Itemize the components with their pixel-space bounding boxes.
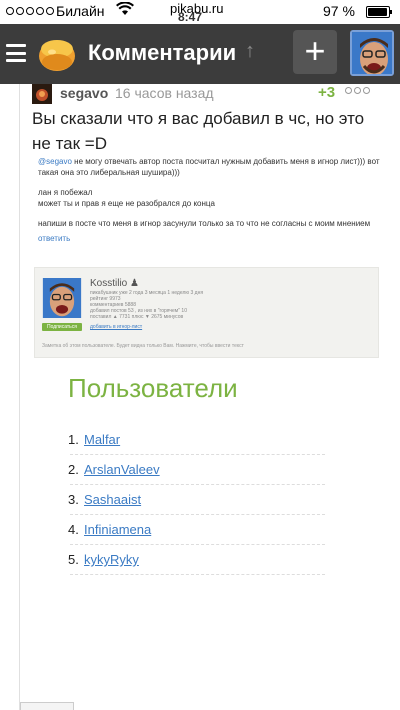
ignore-link[interactable]: добавить в игнор-лист: [90, 324, 142, 330]
user-link[interactable]: Infiniamena: [84, 522, 151, 537]
more-icon[interactable]: [345, 87, 370, 94]
bottom-tab: [20, 702, 74, 710]
signal-strength-icon: [6, 7, 54, 15]
divider: [70, 484, 325, 485]
user-link[interactable]: ArslanValeev: [84, 462, 160, 477]
battery-icon: [366, 6, 392, 18]
menu-icon[interactable]: [6, 44, 26, 62]
reply-link[interactable]: ответить: [38, 233, 386, 244]
pikabu-logo-icon[interactable]: [36, 32, 78, 74]
comment-author[interactable]: segavo: [60, 85, 108, 101]
user-link[interactable]: Sashaaist: [84, 492, 141, 507]
users-list: 1. Malfar 2. ArslanValeev 3. Sashaaist 4. In…: [68, 430, 160, 580]
avatar[interactable]: [350, 30, 394, 76]
profile-avatar[interactable]: [42, 278, 82, 318]
comment-text: Вы сказали что я вас добавил в чс, но эт…: [32, 109, 365, 153]
list-item: 4. Infiniamena: [68, 522, 152, 537]
embed-line-2: лан я побежал может ты и прав я еще не ра…: [38, 188, 215, 208]
profile-stat: поставил ▲ 7731 плюс ▼ 2675 минусов: [90, 314, 184, 320]
list-item: 5. kykyRyky: [68, 552, 139, 567]
embed-message: @segavo не могу отвечать автор поста пос…: [38, 156, 386, 178]
divider: [70, 574, 325, 575]
comment-rating: +3: [318, 84, 336, 101]
user-icon: ♟: [130, 278, 139, 289]
comment-time: 16 часов назад: [115, 85, 214, 101]
profile-name: Kosstilio ♟: [90, 278, 139, 289]
thread-line: [19, 84, 20, 710]
profile-stats: пикабушник уже 2 года 3 месяца 1 неделю …: [90, 290, 203, 320]
comment-avatar[interactable]: [32, 84, 52, 104]
list-item: 1. Malfar: [68, 432, 121, 447]
wifi-icon: [116, 1, 134, 20]
status-bar: Билайн pikabu.ru 8:47 97 %: [0, 0, 400, 24]
embed-line-3: может ты и прав я еще не разобрался до к…: [38, 199, 215, 208]
app-bar: Комментарии ↑ +: [0, 24, 400, 84]
list-item: 2. ArslanValeev: [68, 462, 160, 477]
arrow-up-icon[interactable]: ↑: [245, 40, 255, 63]
embed-line-1: не могу отвечать автор поста посчитал ну…: [38, 157, 380, 177]
clock: 8:47: [178, 10, 203, 24]
embed-mention[interactable]: @segavo: [38, 157, 72, 166]
profile-card: Kosstilio ♟ пикабушник уже 2 года 3 меся…: [34, 267, 379, 358]
carrier-name: Билайн: [56, 3, 105, 19]
embedded-screenshot: @segavo не могу отвечать автор поста пос…: [38, 156, 386, 253]
users-box: Пользователи 1. Malfar 2. ArslanValeev 3. S…: [34, 358, 379, 690]
battery-percent: 97 %: [323, 3, 355, 19]
page-title: Комментарии: [88, 40, 237, 65]
user-link[interactable]: Malfar: [84, 432, 120, 447]
add-post-button[interactable]: +: [293, 30, 337, 74]
profile-note[interactable]: Заметка об этом пользователе. Будет видн…: [42, 343, 244, 349]
comment-header: segavo 16 часов назад +3: [32, 84, 400, 106]
embed-line-4: напиши в посте что меня в игнор засунули…: [38, 219, 371, 228]
divider: [70, 514, 325, 515]
divider: [70, 454, 325, 455]
user-link[interactable]: kykyRyky: [84, 552, 139, 567]
list-item: 3. Sashaaist: [68, 492, 142, 507]
subscribe-button[interactable]: Подписаться: [42, 323, 82, 331]
users-title: Пользователи: [68, 373, 238, 403]
divider: [70, 544, 325, 545]
